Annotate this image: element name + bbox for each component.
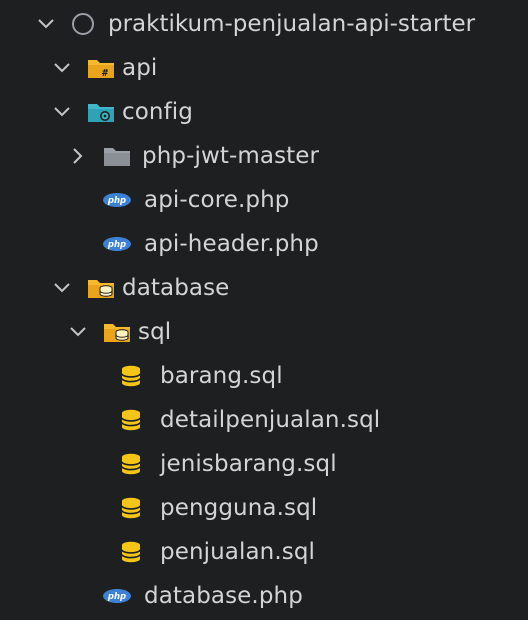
svg-text:php: php [107, 196, 126, 206]
tree-item-api[interactable]: # api [0, 46, 528, 90]
tree-item-label: api-header.php [144, 231, 319, 257]
folder-database-icon [102, 319, 132, 345]
tree-root-row[interactable]: praktikum-penjualan-api-starter [0, 2, 528, 46]
tree-item-label: database [122, 275, 230, 301]
tree-item-label: api-core.php [144, 187, 290, 213]
tree-item-label: penjualan.sql [160, 539, 316, 565]
tree-root-label: praktikum-penjualan-api-starter [108, 11, 476, 37]
chevron-down-icon[interactable] [52, 58, 72, 78]
chevron-right-icon[interactable] [68, 146, 88, 166]
tree-item-api-header-php[interactable]: php api-header.php [0, 222, 528, 266]
tree-item-php-jwt-master[interactable]: php-jwt-master [0, 134, 528, 178]
folder-config-icon [86, 99, 116, 125]
tree-item-config[interactable]: config [0, 90, 528, 134]
tree-item-jenisbarang-sql[interactable]: jenisbarang.sql [0, 442, 528, 486]
tree-item-sql[interactable]: sql [0, 310, 528, 354]
database-icon [118, 363, 144, 389]
php-file-icon: php [102, 187, 132, 213]
tree-item-label: pengguna.sql [160, 495, 318, 521]
chevron-down-icon[interactable] [52, 102, 72, 122]
tree-item-detailpenjualan-sql[interactable]: detailpenjualan.sql [0, 398, 528, 442]
database-icon [118, 407, 144, 433]
tree-item-api-core-php[interactable]: php api-core.php [0, 178, 528, 222]
file-explorer-tree: praktikum-penjualan-api-starter # api co… [0, 0, 528, 620]
svg-text:php: php [107, 240, 126, 250]
database-icon [118, 495, 144, 521]
tree-item-label: php-jwt-master [142, 143, 320, 169]
tree-item-label: jenisbarang.sql [160, 451, 337, 477]
tree-item-penjualan-sql[interactable]: penjualan.sql [0, 530, 528, 574]
chevron-down-icon[interactable] [68, 322, 88, 342]
tree-item-label: database.php [144, 583, 303, 609]
tree-item-label: detailpenjualan.sql [160, 407, 381, 433]
tree-item-barang-sql[interactable]: barang.sql [0, 354, 528, 398]
php-file-icon: php [102, 231, 132, 257]
tree-item-pengguna-sql[interactable]: pengguna.sql [0, 486, 528, 530]
database-icon [118, 451, 144, 477]
svg-text:#: # [102, 68, 108, 79]
folder-database-icon [86, 275, 116, 301]
tree-item-database-php[interactable]: php database.php [0, 574, 528, 618]
php-file-icon: php [102, 583, 132, 609]
database-icon [118, 539, 144, 565]
tree-item-label: barang.sql [160, 363, 283, 389]
tree-item-label: sql [138, 319, 172, 345]
circle-outline-icon [70, 11, 96, 37]
tree-item-label: api [122, 55, 158, 81]
chevron-down-icon[interactable] [52, 278, 72, 298]
folder-icon [102, 143, 132, 169]
tree-item-database[interactable]: database [0, 266, 528, 310]
svg-text:php: php [107, 592, 126, 602]
chevron-down-icon[interactable] [36, 14, 56, 34]
folder-api-icon: # [86, 55, 116, 81]
tree-item-label: config [122, 99, 193, 125]
